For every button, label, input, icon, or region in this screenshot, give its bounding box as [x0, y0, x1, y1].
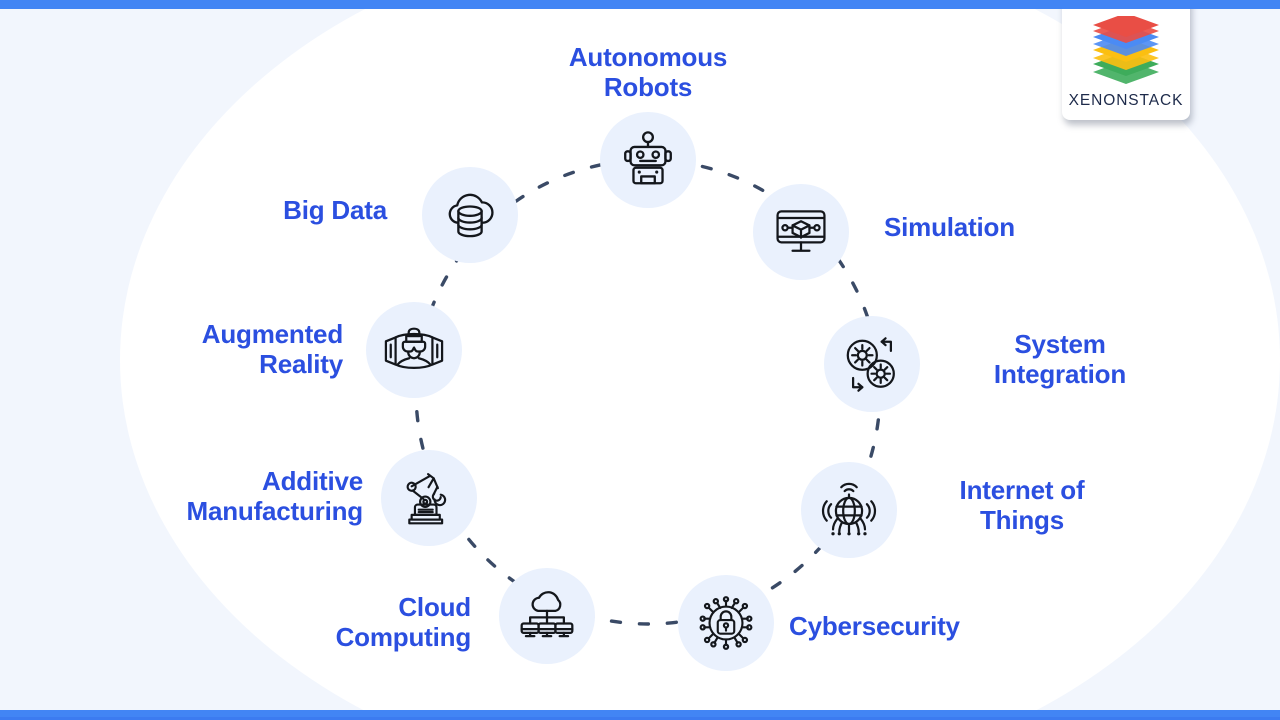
- globe-wifi-icon: [818, 479, 880, 541]
- label-cybersecurity: Cybersecurity: [789, 611, 960, 641]
- vr-headset-person-icon: [383, 319, 445, 381]
- brand-logo-card[interactable]: XENONSTACK: [1062, 0, 1190, 120]
- cloud-servers-icon: [517, 586, 577, 646]
- label-system-integration: System Integration: [993, 329, 1127, 390]
- robot-icon: [617, 129, 679, 191]
- label-augmented-reality: Augmented Reality: [201, 319, 343, 380]
- stacked-layers-icon: [1087, 13, 1165, 90]
- padlock-circuit-icon: [695, 592, 757, 654]
- node-system-integration[interactable]: [824, 316, 920, 412]
- robotic-arm-icon: [399, 468, 459, 528]
- label-simulation: Simulation: [884, 212, 1015, 242]
- top-accent-bar: [0, 0, 1280, 9]
- monitor-cube-icon: [771, 202, 831, 262]
- gears-sync-icon: [841, 333, 903, 395]
- node-cybersecurity[interactable]: [678, 575, 774, 671]
- node-simulation[interactable]: [753, 184, 849, 280]
- label-internet-of-things: Internet of Things: [959, 475, 1085, 536]
- node-augmented-reality[interactable]: [366, 302, 462, 398]
- cloud-database-icon: [439, 184, 501, 246]
- node-additive-manufacturing[interactable]: [381, 450, 477, 546]
- brand-wordmark: XENONSTACK: [1068, 92, 1184, 109]
- label-autonomous-robots: Autonomous Robots: [568, 42, 728, 103]
- node-internet-of-things[interactable]: [801, 462, 897, 558]
- node-cloud-computing[interactable]: [499, 568, 595, 664]
- label-additive-manufacturing: Additive Manufacturing: [186, 466, 363, 527]
- label-big-data: Big Data: [283, 195, 387, 225]
- label-cloud-computing: Cloud Computing: [335, 592, 472, 653]
- node-big-data[interactable]: [422, 167, 518, 263]
- diagram-canvas: Autonomous Robots Simulation System Inte…: [0, 0, 1280, 720]
- node-autonomous-robots[interactable]: [600, 112, 696, 208]
